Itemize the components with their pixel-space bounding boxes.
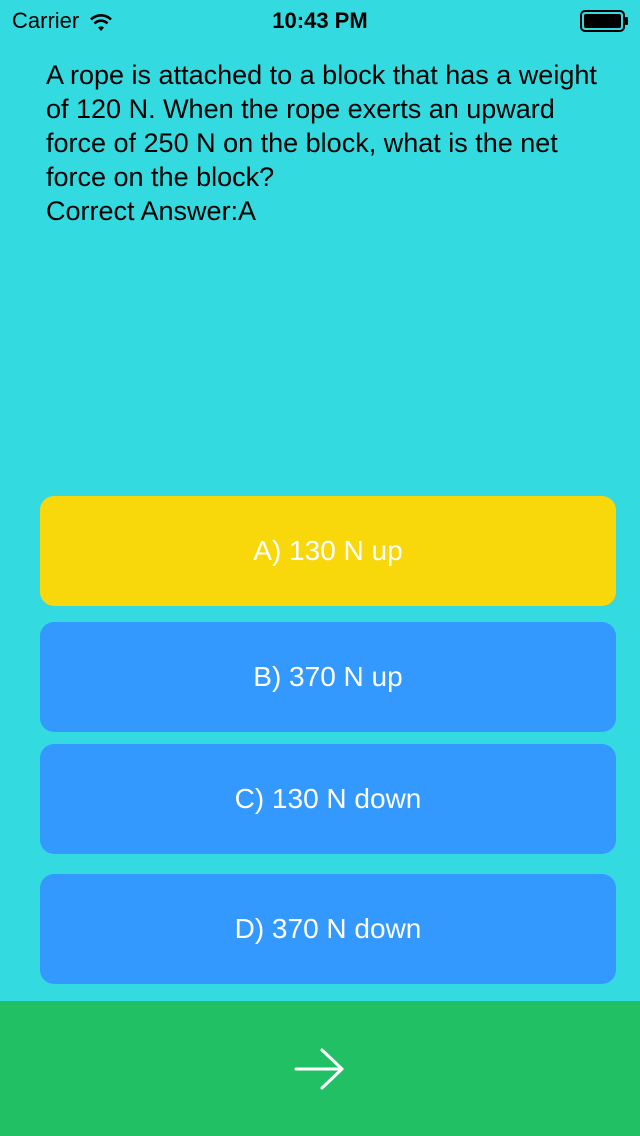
option-c-button[interactable]: C) 130 N down	[40, 744, 616, 854]
battery-icon	[580, 10, 630, 32]
question-text: A rope is attached to a block that has a…	[46, 60, 597, 192]
status-bar: Carrier 10:43 PM	[0, 0, 640, 40]
option-b-button[interactable]: B) 370 N up	[40, 622, 616, 732]
option-b-label: B) 370 N up	[253, 661, 403, 692]
option-a-button[interactable]: A) 130 N up	[40, 496, 616, 606]
footer-bar	[0, 1001, 640, 1136]
next-button[interactable]	[288, 1037, 352, 1101]
correct-answer-label: Correct Answer:A	[46, 196, 257, 226]
option-d-button[interactable]: D) 370 N down	[40, 874, 616, 984]
option-a-label: A) 130 N up	[253, 535, 403, 566]
status-time: 10:43 PM	[272, 8, 368, 33]
option-c-label: C) 130 N down	[234, 783, 422, 814]
question-text-block: A rope is attached to a block that has a…	[46, 58, 606, 228]
option-d-label: D) 370 N down	[234, 913, 422, 944]
arrow-right-icon	[294, 1048, 344, 1089]
